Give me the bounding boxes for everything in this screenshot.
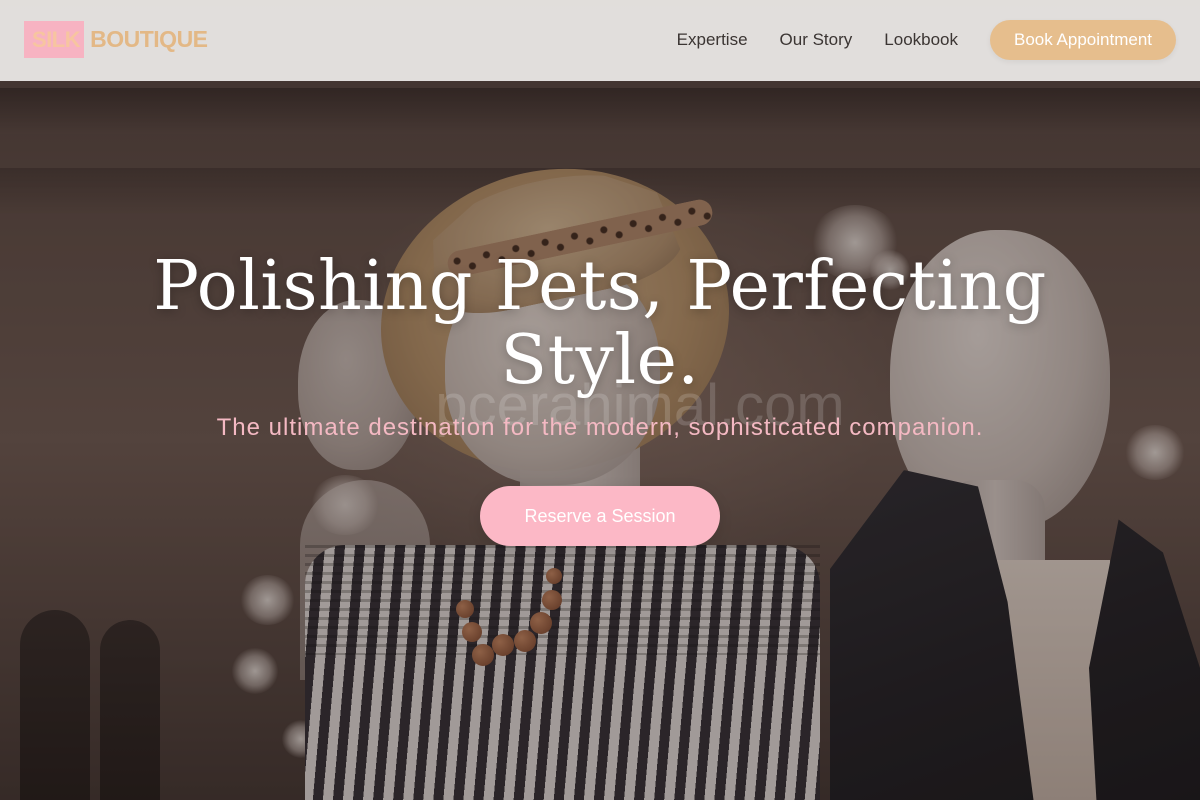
brand-logo[interactable]: SILK BOUTIQUE bbox=[24, 21, 208, 58]
nav-link-lookbook[interactable]: Lookbook bbox=[884, 30, 958, 50]
nav-link-our-story[interactable]: Our Story bbox=[780, 30, 853, 50]
hero-section: Polishing Pets, Perfecting Style. pcerah… bbox=[0, 0, 1200, 800]
page: SILK BOUTIQUE Expertise Our Story Lookbo… bbox=[0, 0, 1200, 800]
nav-link-expertise[interactable]: Expertise bbox=[677, 30, 748, 50]
book-appointment-button[interactable]: Book Appointment bbox=[990, 20, 1176, 60]
reserve-session-button[interactable]: Reserve a Session bbox=[480, 486, 720, 546]
hero-subtitle: The ultimate destination for the modern,… bbox=[216, 414, 984, 441]
logo-mark: SILK bbox=[24, 21, 85, 58]
logo-text: BOUTIQUE bbox=[90, 26, 208, 52]
site-header: SILK BOUTIQUE Expertise Our Story Lookbo… bbox=[0, 0, 1200, 81]
hero-title: Polishing Pets, Perfecting Style. bbox=[153, 247, 1047, 400]
main-nav: Expertise Our Story Lookbook Book Appoin… bbox=[677, 20, 1176, 60]
